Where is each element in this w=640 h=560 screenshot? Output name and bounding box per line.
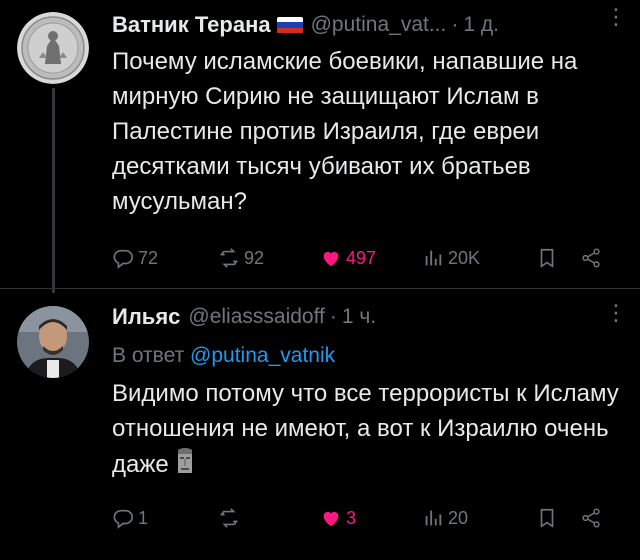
action-bar: 72 92 497 20K	[112, 243, 620, 273]
tweet-original[interactable]: Ватник Терана @putina_vat... · 1 д. ⋮ По…	[0, 0, 640, 293]
timestamp[interactable]: 1 ч.	[342, 305, 376, 329]
like-count: 497	[346, 247, 377, 268]
reply-button[interactable]: 1	[112, 503, 148, 533]
separator-dot: ·	[329, 305, 337, 328]
retweet-button[interactable]: 92	[218, 243, 264, 273]
reply-context: В ответ @putina_vatnik	[112, 344, 335, 368]
display-name[interactable]: Ильяс	[112, 304, 180, 330]
views-count: 20K	[448, 247, 481, 268]
more-icon[interactable]: ⋮	[605, 300, 627, 326]
share-button[interactable]	[580, 503, 602, 533]
tweet-reply[interactable]: Ильяс @eliasssaidoff · 1 ч. ⋮ В ответ @p…	[0, 296, 640, 560]
views-button[interactable]: 20	[422, 503, 468, 533]
avatar[interactable]	[17, 12, 89, 84]
share-icon	[582, 248, 600, 268]
retweet-button[interactable]	[218, 503, 244, 533]
separator-dot: ·	[451, 13, 459, 36]
moai-emoji-icon	[178, 448, 193, 473]
heart-icon	[323, 251, 339, 267]
retweet-count: 92	[244, 247, 265, 268]
thread-line	[52, 88, 55, 293]
avatar[interactable]	[17, 306, 89, 378]
like-button[interactable]: 497	[320, 243, 376, 273]
display-name[interactable]: Ватник Терана	[112, 12, 271, 38]
action-bar: 1 3 20	[112, 503, 620, 533]
user-handle[interactable]: @putina_vat...	[311, 13, 447, 37]
retweet-icon	[220, 248, 238, 268]
reply-icon	[113, 249, 133, 269]
like-button[interactable]: 3	[320, 503, 356, 533]
share-button[interactable]	[580, 243, 602, 273]
reply-count: 1	[138, 507, 149, 528]
reply-icon	[113, 509, 133, 529]
tweet-header: Ильяс @eliasssaidoff · 1 ч.	[112, 300, 620, 334]
views-icon	[425, 250, 442, 266]
reply-button[interactable]: 72	[112, 243, 158, 273]
share-icon	[582, 508, 600, 528]
retweet-icon	[220, 508, 238, 528]
tweet-text: Почему исламские боевики, напавшие на ми…	[112, 48, 578, 215]
reply-count: 72	[138, 247, 159, 268]
bookmark-icon	[540, 248, 554, 268]
views-count: 20	[448, 507, 469, 528]
russia-flag-icon	[276, 16, 303, 34]
user-handle[interactable]: @eliasssaidoff	[188, 305, 325, 329]
heart-icon	[323, 511, 339, 527]
bookmark-button[interactable]	[536, 243, 558, 273]
views-icon	[425, 510, 442, 526]
tweet-header: Ватник Терана @putina_vat... · 1 д.	[112, 8, 620, 42]
like-count: 3	[346, 507, 357, 528]
reply-to-label: В ответ	[112, 344, 185, 367]
user-photo-avatar	[17, 306, 89, 378]
bookmark-button[interactable]	[536, 503, 558, 533]
bookmark-icon	[540, 508, 554, 528]
tweet-text-container: Видимо потому что все террористы к Ислам…	[112, 376, 620, 482]
reply-to-mention[interactable]: @putina_vatnik	[190, 344, 335, 367]
coin-avatar-image	[17, 12, 89, 84]
tweet-divider	[0, 288, 640, 289]
views-button[interactable]: 20K	[422, 243, 480, 273]
timestamp[interactable]: 1 д.	[463, 13, 499, 37]
more-icon[interactable]: ⋮	[605, 4, 627, 30]
